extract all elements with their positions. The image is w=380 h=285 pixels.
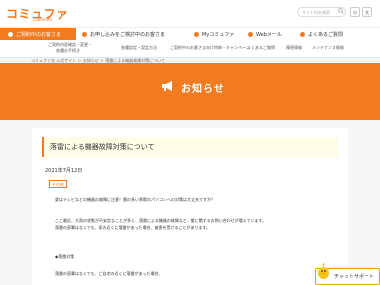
- search-icon[interactable]: [338, 8, 344, 14]
- sub-nav-campaigns[interactable]: ご契約中のお客さま向け特典・キャンペーン: [170, 45, 250, 51]
- site-header: コミュファ commufa サイト内を検索 小 大: [0, 0, 380, 27]
- chick-mascot-icon: [318, 262, 329, 279]
- font-size-large-button[interactable]: 大: [362, 7, 372, 17]
- article-paragraph: ここ最近、大雨の状態が不安定なことが多く、落雷による機器の故障など、雷に関するお…: [55, 218, 267, 223]
- sub-nav: ご契約内容確認・変更・ 各種お手続き 各種設定・設定方法 ご契約中のお客さま向け…: [0, 40, 380, 58]
- main-nav-label: Myコミュファ: [202, 32, 235, 38]
- article-subheading: ◆落雷対策: [55, 254, 75, 259]
- font-size-small-button[interactable]: 小: [350, 7, 360, 17]
- main-nav-label: よくあるご質問: [308, 32, 344, 38]
- user-icon: [194, 32, 199, 37]
- sub-nav-faq[interactable]: よくあるご質問: [247, 45, 275, 51]
- main-nav-label: ご契約中のお客さま: [16, 32, 62, 38]
- article-paragraph: 落雷の直撃はなくても、家の近くに落雷があった場合、被害を受けることがあります。: [55, 225, 211, 230]
- sub-nav-label: メンテナンス情報: [312, 45, 344, 50]
- sub-nav-label: よくあるご質問: [247, 45, 275, 50]
- page-title: お知らせ: [181, 84, 225, 95]
- mail-icon: [248, 32, 253, 37]
- article-title: 落雷による機器故障対策について: [50, 143, 155, 151]
- sub-nav-label: 各種設定・設定方法: [121, 45, 157, 50]
- sub-nav-label: ご契約中のお客さま向け特典・キャンペーン: [170, 45, 250, 50]
- sub-nav-contract[interactable]: ご契約内容確認・変更・ 各種お手続き: [48, 42, 92, 54]
- article-paragraph: 落雷の直撃はなくても、ご自宅の近くに落雷があった場合、: [55, 271, 163, 276]
- megaphone-icon: [162, 81, 172, 91]
- sub-nav-settings[interactable]: 各種設定・設定方法: [121, 45, 157, 51]
- circle-arrow-icon: [8, 32, 13, 37]
- main-nav-label: お申し込みをご検討中のお客さま: [90, 32, 166, 38]
- article-date: 2021年7月12日: [45, 168, 83, 174]
- main-nav-label: Webメール: [256, 32, 282, 38]
- chat-support-label: チャットサポート: [334, 274, 374, 280]
- sub-nav-label: 障害情報: [286, 45, 302, 50]
- sub-nav-label: 各種お手続き: [56, 48, 80, 53]
- sub-nav-outage[interactable]: 障害情報: [286, 45, 302, 51]
- question-icon: [300, 32, 305, 37]
- category-badge: その他: [49, 180, 67, 188]
- article-paragraph: 夏はテレビなどの機器の故障に注意！雷の多い季節のパソコンへの対策は大丈夫ですか？: [55, 197, 215, 202]
- site-logo-sub: commufa: [33, 17, 52, 22]
- sub-nav-maintenance[interactable]: メンテナンス情報: [312, 45, 344, 51]
- circle-arrow-icon: [82, 32, 87, 37]
